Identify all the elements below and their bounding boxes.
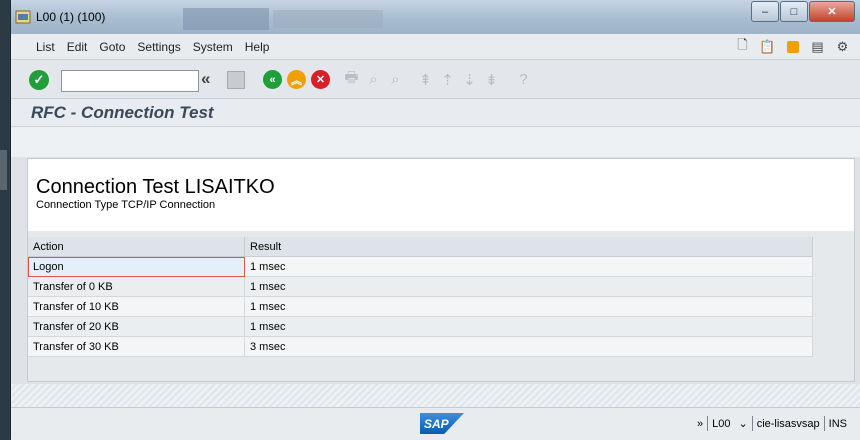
table-row[interactable]: Transfer of 10 KB 1 msec [28, 296, 813, 317]
action-cell[interactable]: Transfer of 20 KB [28, 316, 245, 337]
minimize-button[interactable]: ‒ [751, 1, 779, 22]
menu-help[interactable]: Help [244, 40, 271, 54]
menu-edit[interactable]: Edit [66, 40, 89, 54]
table-header-row: Action Result [28, 237, 813, 257]
menu-system[interactable]: System [192, 40, 234, 54]
application-toolbar [11, 127, 860, 157]
column-header-result[interactable]: Result [244, 237, 813, 257]
report-header: Connection Test LISAITKO Connection Type… [28, 159, 854, 231]
table-row[interactable]: Transfer of 20 KB 1 msec [28, 316, 813, 337]
exit-icon[interactable]: ︽ [287, 70, 306, 89]
result-cell[interactable]: 3 msec [244, 336, 813, 357]
title-bar: L00 (1) (100) ‒ □ ✕ [11, 0, 860, 35]
help-icon[interactable]: ? [515, 71, 532, 88]
report-area: Connection Test LISAITKO Connection Type… [27, 158, 855, 382]
background-scrollbar [0, 150, 7, 190]
results-table: Action Result Logon 1 msec Transfer of 0… [28, 237, 813, 357]
chevron-down-icon[interactable]: ⌄ [734, 417, 751, 430]
find-next-icon[interactable]: ⌕ [387, 71, 404, 88]
table-row[interactable]: Transfer of 30 KB 3 msec [28, 336, 813, 357]
system-label: L00 [712, 417, 731, 430]
result-cell[interactable]: 1 msec [244, 316, 813, 337]
sap-logo: SAP [420, 413, 464, 434]
table-row[interactable]: Logon 1 msec [28, 256, 813, 277]
monitor-icon[interactable]: ▤ [809, 38, 826, 55]
close-button[interactable]: ✕ [809, 1, 855, 22]
status-expand-button[interactable]: » [693, 418, 707, 430]
previous-page-icon[interactable]: ⇡ [439, 71, 456, 89]
table-row[interactable]: Transfer of 0 KB 1 msec [28, 276, 813, 297]
save-icon[interactable] [227, 71, 245, 89]
title-area: RFC - Connection Test [11, 99, 860, 127]
menu-goto[interactable]: Goto [98, 40, 126, 54]
status-bar: SAP » L00 ⌄ cie-lisasvsap INS [11, 407, 860, 440]
menu-settings[interactable]: Settings [136, 40, 181, 54]
column-header-action[interactable]: Action [28, 237, 245, 257]
window-title: L00 (1) (100) [36, 10, 106, 24]
background-pattern [11, 384, 860, 408]
server-label: cie-lisasvsap [756, 417, 820, 430]
sap-window: L00 (1) (100) ‒ □ ✕ List Edit Goto Setti… [10, 0, 860, 440]
action-cell[interactable]: Transfer of 10 KB [28, 296, 245, 317]
find-icon[interactable]: ⌕ [365, 71, 382, 88]
standard-toolbar: ✓ « « ︽ ✕ 🖶 ⌕ ⌕ ⇞ ⇡ ⇣ ⇟ ? [11, 60, 860, 99]
result-cell[interactable]: 1 msec [244, 256, 813, 277]
document-icon[interactable]: 🗋 [734, 37, 751, 55]
input-mode-label: INS [828, 417, 847, 430]
action-cell[interactable]: Transfer of 0 KB [28, 276, 245, 297]
back-icon[interactable]: « [263, 70, 282, 89]
result-cell[interactable]: 1 msec [244, 296, 813, 317]
chevron-left-icon[interactable]: « [201, 69, 210, 89]
result-cell[interactable]: 1 msec [244, 276, 813, 297]
print-icon[interactable]: 🖶 [343, 69, 360, 88]
last-page-icon[interactable]: ⇟ [483, 71, 500, 89]
app-icon [15, 10, 31, 24]
report-title: Connection Test LISAITKO [36, 176, 275, 198]
menu-list[interactable]: List [35, 40, 56, 54]
page-title: RFC - Connection Test [31, 103, 214, 122]
check-icon[interactable]: ✓ [29, 70, 49, 90]
next-page-icon[interactable]: ⇣ [461, 71, 478, 89]
blurred-region [273, 10, 383, 28]
layout-icon[interactable] [784, 38, 801, 55]
maximize-button[interactable]: □ [780, 1, 808, 22]
action-cell[interactable]: Logon [28, 256, 245, 277]
first-page-icon[interactable]: ⇞ [417, 71, 434, 89]
command-field[interactable] [61, 70, 199, 92]
settings-icon[interactable]: ⚙ [834, 38, 851, 55]
action-cell[interactable]: Transfer of 30 KB [28, 336, 245, 357]
report-subtitle: Connection Type TCP/IP Connection [36, 199, 216, 211]
clipboard-icon[interactable]: 📋 [759, 38, 776, 55]
blurred-region [183, 8, 269, 30]
cancel-icon[interactable]: ✕ [311, 70, 330, 89]
menu-bar: List Edit Goto Settings System Help 🗋 📋 … [11, 34, 860, 60]
